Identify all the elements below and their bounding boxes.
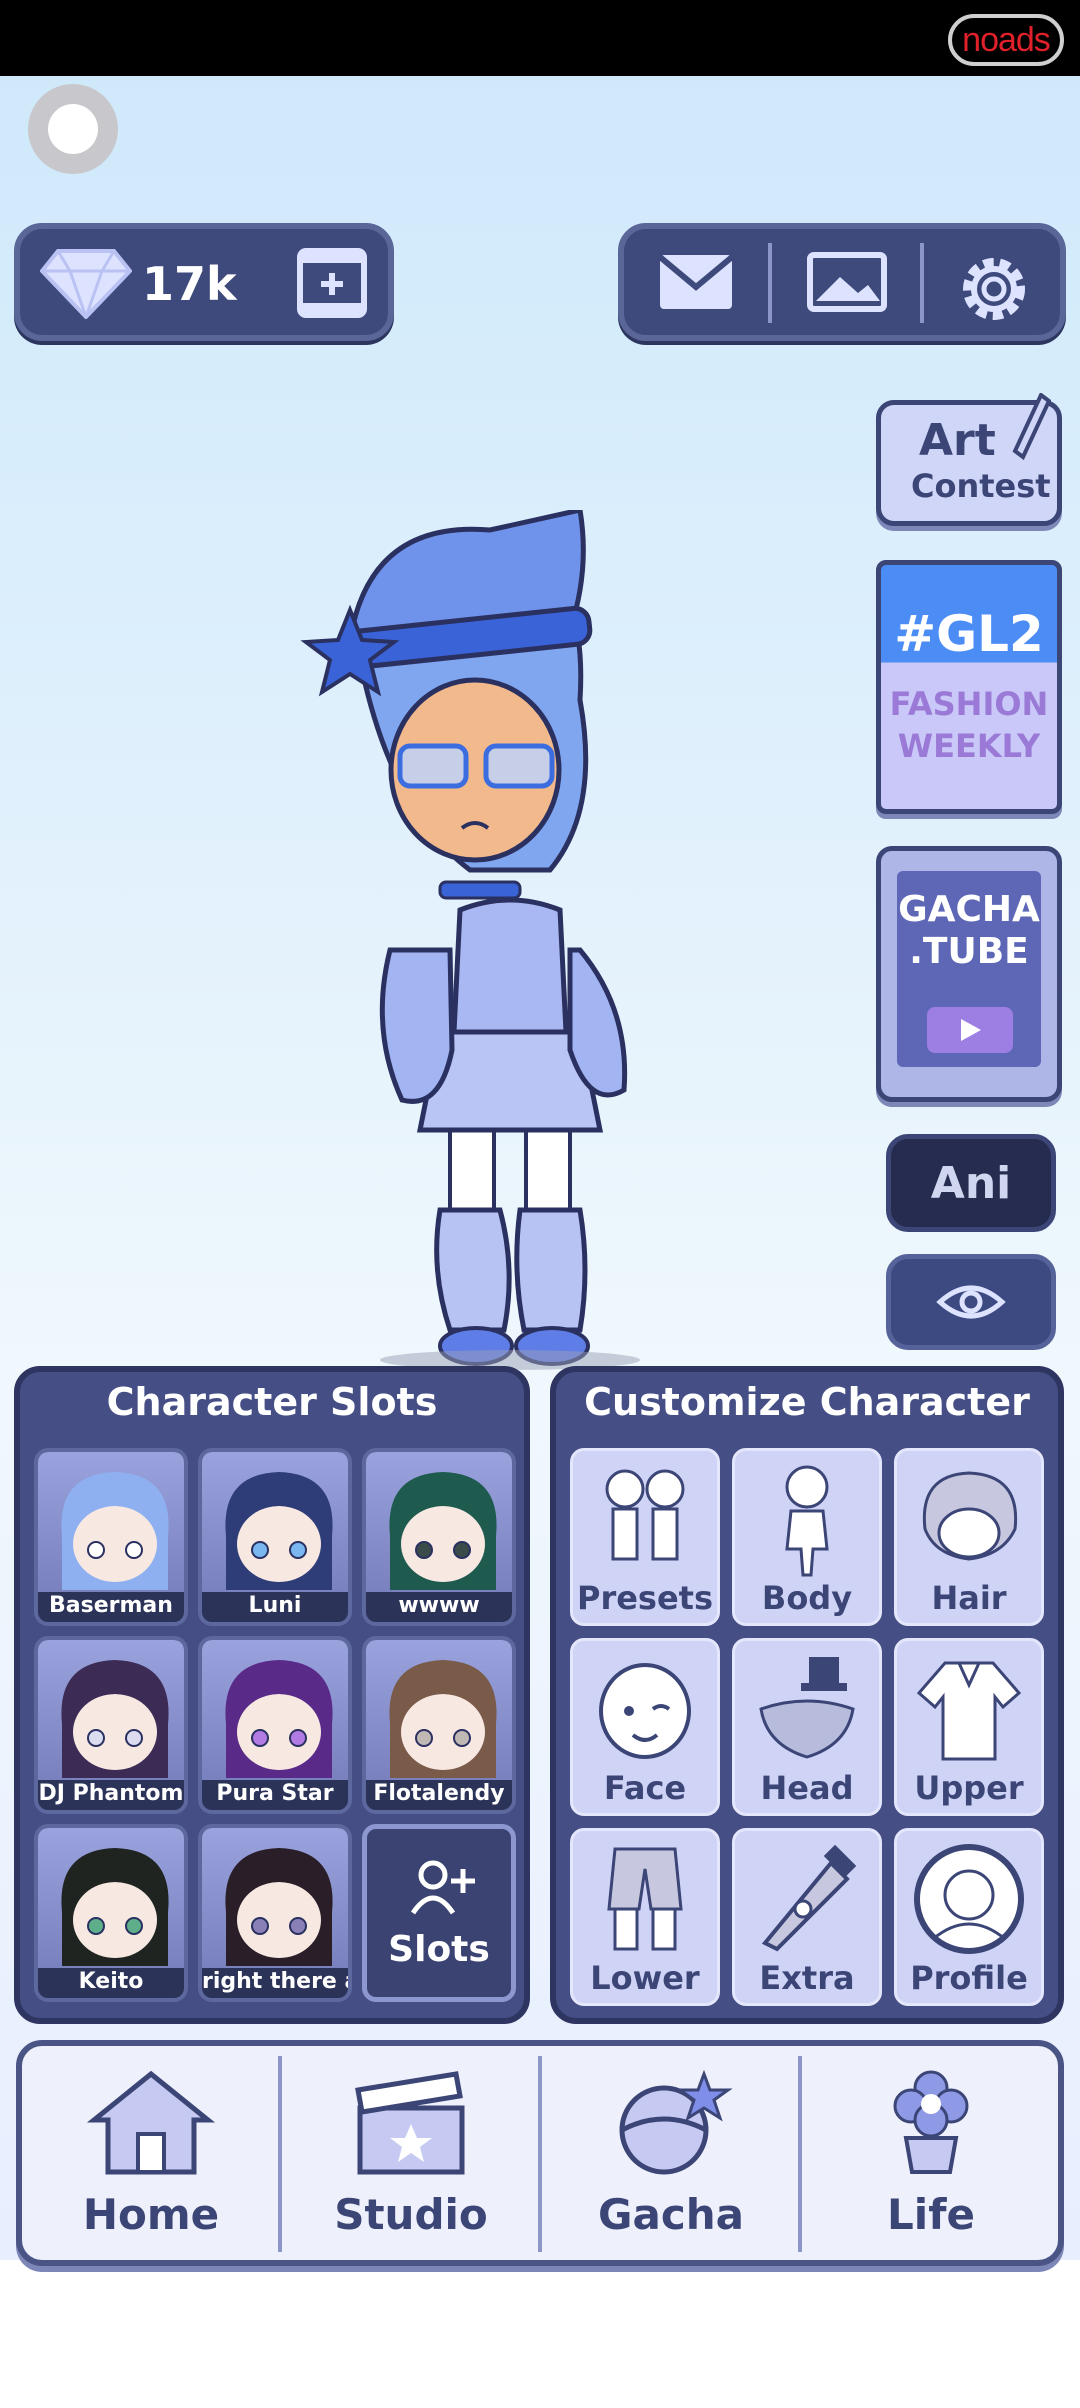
add-slots-label: Slots — [388, 1929, 490, 1970]
character-portrait — [389, 1660, 497, 1778]
character-portrait — [225, 1472, 333, 1590]
nav-label: Gacha — [598, 2190, 744, 2239]
character-slot[interactable]: Baserman — [34, 1448, 188, 1626]
character-slot[interactable]: Luni — [198, 1448, 352, 1626]
eye-toggle-button[interactable] — [886, 1254, 1056, 1350]
customize-label: Upper — [914, 1769, 1024, 1807]
character-slot-name: Luni — [248, 1593, 302, 1618]
status-bar: noads — [0, 0, 1080, 76]
gacha-tube-button[interactable]: GACHA .TUBE — [876, 846, 1062, 1102]
customize-label: Body — [761, 1579, 853, 1617]
flower-icon — [802, 2068, 1060, 2178]
customize-head-button[interactable]: Head — [732, 1638, 882, 1816]
customize-character-panel: Customize Character Presets Body Hair Fa… — [550, 1366, 1064, 2024]
character-portrait — [225, 1848, 333, 1966]
art-contest-line1: Art — [919, 415, 996, 466]
upper-icon — [897, 1649, 1041, 1769]
extra-icon — [735, 1839, 879, 1959]
ani-button[interactable]: Ani — [886, 1134, 1056, 1232]
customize-lower-button[interactable]: Lower — [570, 1828, 720, 2006]
add-user-icon — [411, 1860, 475, 1915]
house-icon — [22, 2068, 280, 2178]
play-icon — [927, 1007, 1013, 1053]
character-portrait — [389, 1472, 497, 1590]
eye-icon — [936, 1285, 1006, 1319]
character-slots-panel: Character Slots Baserman Luni wwww DJ Ph… — [14, 1366, 530, 2024]
character-slot-name: DJ Phantom — [38, 1781, 184, 1806]
gem-count: 17k — [142, 257, 237, 311]
noads-badge[interactable]: noads — [948, 14, 1064, 66]
nav-label: Life — [887, 2190, 975, 2239]
character-portrait — [61, 1472, 169, 1590]
settings-gear-icon[interactable] — [956, 251, 1032, 327]
character-slot[interactable]: Flotalendy — [362, 1636, 516, 1814]
character-slots-title: Character Slots — [106, 1380, 438, 1424]
customize-label: Profile — [910, 1959, 1028, 1997]
diamond-icon — [40, 249, 132, 319]
character-portrait — [61, 1660, 169, 1778]
customize-label: Hair — [931, 1579, 1007, 1617]
watch-video-icon[interactable] — [296, 247, 368, 319]
gallery-icon[interactable] — [806, 251, 888, 313]
fashion-weekly-label: FASHION WEEKLY — [889, 685, 1049, 765]
character-slot-name: Baserman — [49, 1593, 173, 1618]
clapperboard-icon — [282, 2068, 540, 2178]
customize-character-title: Customize Character — [584, 1380, 1030, 1424]
pencil-icon — [1012, 393, 1051, 461]
add-slots-button[interactable]: Slots — [362, 1824, 516, 2002]
character-slot[interactable]: right there an — [198, 1824, 352, 2002]
gl2-tag: #GL2 — [894, 605, 1044, 663]
gacha-tube-label: GACHA .TUBE — [898, 889, 1040, 972]
character-slot-name: Keito — [78, 1969, 144, 1994]
character-portrait — [61, 1848, 169, 1966]
customize-label: Head — [760, 1769, 854, 1807]
character-slot[interactable]: Keito — [34, 1824, 188, 2002]
head-icon — [735, 1649, 879, 1769]
character-slot-name: Pura Star — [216, 1781, 334, 1806]
profile-icon — [897, 1839, 1041, 1959]
presets-icon — [573, 1459, 717, 1579]
top-right-toolbar — [618, 223, 1066, 341]
nav-studio[interactable]: Studio — [282, 2046, 540, 2260]
customize-extra-button[interactable]: Extra — [732, 1828, 882, 2006]
art-contest-button[interactable]: Art Contest — [876, 393, 1062, 526]
character-portrait — [225, 1660, 333, 1778]
nav-gacha[interactable]: Gacha — [542, 2046, 800, 2260]
record-button[interactable] — [28, 84, 118, 174]
nav-home[interactable]: Home — [22, 2046, 280, 2260]
currency-bar: 17k — [14, 223, 394, 341]
character-avatar[interactable] — [290, 510, 730, 1370]
customize-upper-button[interactable]: Upper — [894, 1638, 1044, 1816]
character-slot-name: Flotalendy — [373, 1781, 505, 1806]
bottom-navigation: Home Studio Gacha Life — [16, 2040, 1064, 2266]
mail-icon[interactable] — [656, 251, 736, 313]
face-icon — [573, 1649, 717, 1769]
character-slot[interactable]: DJ Phantom — [34, 1636, 188, 1814]
character-slot[interactable]: Pura Star — [198, 1636, 352, 1814]
art-contest-line2: Contest — [911, 467, 1051, 505]
customize-label: Extra — [759, 1959, 855, 1997]
hair-icon — [897, 1459, 1041, 1579]
customize-label: Face — [603, 1769, 687, 1807]
character-slot-name: right there an — [202, 1969, 348, 1994]
customize-hair-button[interactable]: Hair — [894, 1448, 1044, 1626]
fashion-weekly-button[interactable]: #GL2 FASHION WEEKLY — [876, 560, 1062, 814]
character-slot[interactable]: wwww — [362, 1448, 516, 1626]
character-slot-name: wwww — [398, 1593, 480, 1618]
customize-label: Presets — [576, 1579, 714, 1617]
customize-presets-button[interactable]: Presets — [570, 1448, 720, 1626]
nav-label: Studio — [334, 2190, 488, 2239]
nav-life[interactable]: Life — [802, 2046, 1060, 2260]
customize-profile-button[interactable]: Profile — [894, 1828, 1044, 2006]
nav-label: Home — [82, 2190, 220, 2239]
body-icon — [735, 1459, 879, 1579]
customize-face-button[interactable]: Face — [570, 1638, 720, 1816]
customize-label: Lower — [590, 1959, 700, 1997]
customize-body-button[interactable]: Body — [732, 1448, 882, 1626]
gacha-icon — [542, 2068, 800, 2178]
lower-icon — [573, 1839, 717, 1959]
